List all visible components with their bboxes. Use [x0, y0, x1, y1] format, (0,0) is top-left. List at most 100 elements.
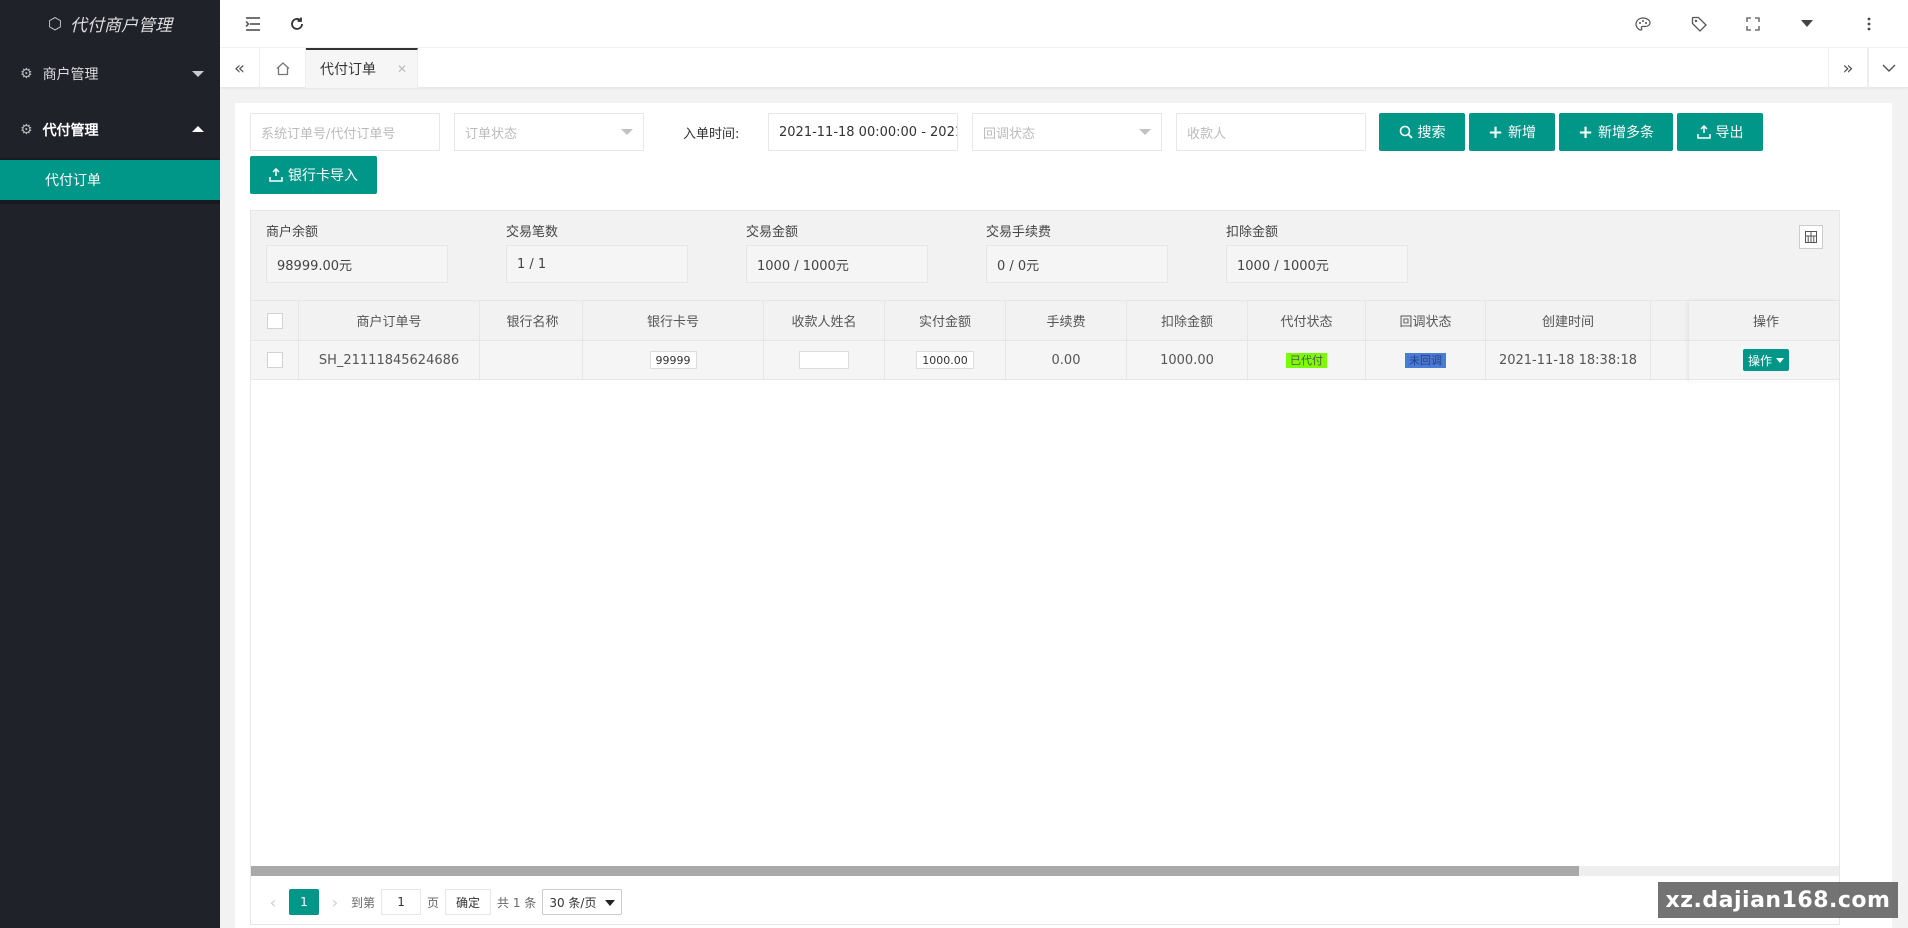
orders-table: 商户订单号 银行名称 银行卡号 收款人姓名 实付金额 手续费 扣除金额 代付状态…	[250, 300, 1840, 925]
top-header	[220, 0, 1908, 48]
stat-value: 1 / 1	[506, 245, 688, 283]
caret-down-icon	[605, 900, 616, 906]
column-header[interactable]: 代付状态	[1248, 301, 1366, 340]
chevron-up-icon	[192, 126, 204, 132]
column-header[interactable]: 收款人姓名	[764, 301, 885, 340]
stat-label: 交易金额	[746, 225, 799, 240]
tabs-menu-chevron-down-icon[interactable]	[1868, 48, 1908, 88]
callback-status-badge: 未回调	[1405, 352, 1446, 368]
tab-payout-orders[interactable]: 代付订单 ✕	[306, 48, 418, 88]
export-button[interactable]: 导出	[1677, 113, 1763, 151]
upload-icon	[1696, 125, 1711, 139]
stat-transaction-count: 交易笔数 1 / 1	[506, 221, 688, 283]
stat-merchant-balance: 商户余额 98999.00元	[266, 221, 448, 283]
total-count: 共 1 条	[497, 895, 537, 910]
search-icon	[1399, 125, 1413, 139]
column-header[interactable]: 手续费	[1006, 301, 1127, 340]
stat-value: 1000 / 1000元	[746, 245, 928, 283]
stat-transaction-fee: 交易手续费 0 / 0元	[986, 221, 1168, 283]
fee: 0.00	[1006, 341, 1127, 379]
column-header[interactable]: 回调状态	[1366, 301, 1486, 340]
horizontal-scrollbar[interactable]	[251, 866, 1839, 876]
cube-icon: ⬡	[48, 13, 62, 33]
column-header[interactable]: 商户订单号	[299, 301, 480, 340]
search-button-label: 搜索	[1417, 125, 1446, 141]
fullscreen-icon[interactable]	[1742, 14, 1764, 34]
payee-cell	[764, 341, 885, 379]
row-checkbox[interactable]	[266, 352, 283, 368]
table-header-row: 商户订单号 银行名称 银行卡号 收款人姓名 实付金额 手续费 扣除金额 代付状态…	[251, 301, 1839, 341]
theme-palette-icon[interactable]	[1632, 14, 1654, 34]
prev-page-icon[interactable]: ‹	[263, 889, 283, 915]
page-size-select[interactable]: 30 条/页	[542, 889, 623, 915]
caret-down-icon	[621, 129, 633, 135]
sidebar-item-payout-management[interactable]: ⚙ 代付管理	[0, 102, 220, 158]
column-header[interactable]: 实付金额	[885, 301, 1006, 340]
row-checkbox-cell	[251, 341, 299, 379]
plus-icon: +	[1577, 121, 1594, 143]
column-header[interactable]: 银行卡号	[583, 301, 764, 340]
merchant-order-no: SH_21111845624686	[299, 341, 480, 379]
stat-value: 98999.00元	[266, 245, 448, 283]
tabs-scroll-right-icon[interactable]: »	[1828, 48, 1868, 88]
fixed-right-column-shadow	[1689, 301, 1839, 381]
header-checkbox-cell	[251, 301, 299, 340]
tag-icon[interactable]	[1688, 14, 1710, 34]
column-header[interactable]: 银行名称	[483, 301, 583, 340]
column-header[interactable]: 创建时间	[1486, 301, 1651, 340]
goto-confirm-button[interactable]: 确定	[445, 889, 492, 915]
caret-down-icon	[1139, 129, 1151, 135]
upload-icon	[269, 168, 283, 182]
sidebar-item-merchant-management[interactable]: ⚙ 商户管理	[0, 46, 220, 102]
order-no-search-input[interactable]: 系统订单号/代付订单号	[250, 113, 440, 151]
column-filter-icon[interactable]	[1799, 225, 1823, 249]
bank-card-import-button[interactable]: 银行卡导入	[250, 156, 377, 194]
goto-page-input[interactable]: 1	[381, 889, 422, 915]
scrollbar-thumb[interactable]	[251, 866, 1579, 876]
export-button-label: 导出	[1715, 125, 1744, 141]
user-menu-dropdown-icon[interactable]	[1796, 14, 1818, 34]
created-time: 2021-11-18 18:38:18	[1486, 341, 1651, 379]
add-button[interactable]: + 新增	[1469, 113, 1555, 151]
stats-panel: 商户余额 98999.00元 交易笔数 1 / 1 交易金额 1000 / 10…	[250, 210, 1840, 300]
table-row: SH_21111845624686 99999 1000.00 0.00 100…	[251, 341, 1839, 380]
callback-status-select[interactable]: 回调状态	[972, 113, 1162, 151]
card-no: 99999	[649, 351, 697, 369]
tabs-scroll-left-icon[interactable]: «	[220, 48, 260, 88]
bank-name	[483, 341, 583, 379]
payee-search-input[interactable]: 收款人	[1176, 113, 1366, 151]
page-size-value: 30 条/页	[549, 895, 597, 910]
tab-bar: « 代付订单 ✕ »	[220, 48, 1908, 88]
paid-cell: 1000.00	[885, 341, 1006, 379]
entry-time-label: 入单时间:	[683, 126, 740, 142]
callback-status-cell: 未回调	[1366, 341, 1486, 379]
stat-value: 1000 / 1000元	[1226, 245, 1408, 283]
more-vertical-icon[interactable]	[1858, 14, 1880, 34]
stat-label: 扣除金额	[1226, 225, 1279, 240]
stat-deduction-amount: 扣除金额 1000 / 1000元	[1226, 221, 1408, 283]
order-status-select[interactable]: 订单状态	[454, 113, 644, 151]
callback-status-placeholder: 回调状态	[983, 126, 1036, 142]
order-status-placeholder: 订单状态	[465, 126, 518, 142]
home-icon[interactable]	[260, 48, 306, 88]
sidebar-submenu: 代付订单	[0, 158, 220, 204]
close-icon[interactable]: ✕	[397, 62, 407, 76]
select-all-checkbox[interactable]	[266, 312, 283, 329]
app-title: 代付商户管理	[69, 15, 172, 36]
stat-value: 0 / 0元	[986, 245, 1168, 283]
entry-time-range-input[interactable]: 2021-11-18 00:00:00 - 2021-	[768, 113, 958, 151]
column-header[interactable]: 扣除金额	[1127, 301, 1248, 340]
menu-toggle-icon[interactable]	[242, 14, 264, 34]
gear-icon: ⚙	[20, 66, 33, 82]
pay-status-cell: 已代付	[1248, 341, 1366, 379]
refresh-icon[interactable]	[286, 14, 308, 34]
goto-label: 到第	[351, 895, 376, 910]
add-multiple-button[interactable]: + 新增多条	[1559, 113, 1673, 151]
pagination: ‹ 1 › 到第 1 页 确定 共 1 条 30 条/页	[251, 878, 1839, 926]
sidebar-item-payout-orders[interactable]: 代付订单	[0, 160, 220, 200]
plus-icon: +	[1487, 121, 1504, 143]
next-page-icon[interactable]: ›	[325, 889, 345, 915]
search-button[interactable]: 搜索	[1379, 113, 1465, 151]
app-logo[interactable]: ⬡ 代付商户管理	[0, 0, 220, 46]
page-1-button[interactable]: 1	[289, 889, 319, 915]
